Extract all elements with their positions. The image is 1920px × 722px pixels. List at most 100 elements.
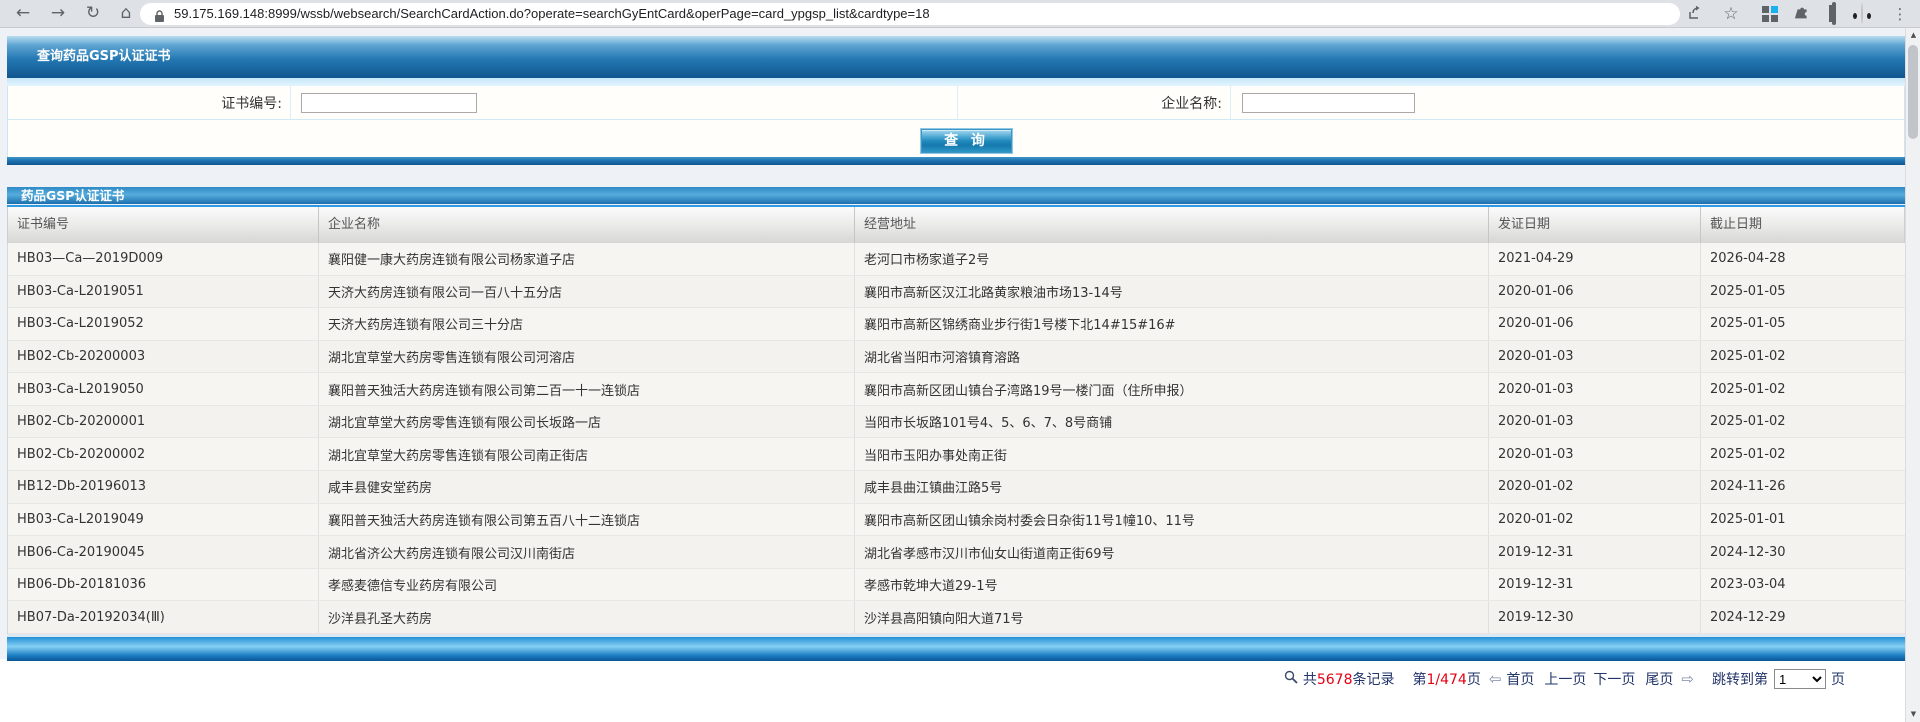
- cell-address: 襄阳市高新区锦绣商业步行街1号楼下北14#15#16#: [855, 308, 1489, 340]
- address-bar[interactable]: 59.175.169.148:8999/wssb/websearch/Searc…: [140, 3, 1680, 25]
- extensions-puzzle-icon[interactable]: [1792, 4, 1812, 24]
- search-panel-bottom-bar: [7, 157, 1905, 165]
- cell-cert-no: HB03-Ca-L2019049: [8, 504, 319, 536]
- browser-toolbar: ← → ↻ ⌂ 59.175.169.148:8999/wssb/websear…: [0, 0, 1920, 28]
- extension-grid-icon[interactable]: [1760, 4, 1780, 24]
- first-page-link[interactable]: 首页: [1506, 669, 1534, 689]
- cell-company: 天济大药房连锁有限公司一百八十五分店: [319, 276, 855, 308]
- bookmark-star-icon[interactable]: ☆: [1721, 4, 1741, 24]
- table-row: HB12-Db-20196013 咸丰县健安堂药房 咸丰县曲江镇曲江路5号 20…: [8, 471, 1906, 504]
- search-button-row: 查 询: [7, 120, 1905, 157]
- cell-cert-no: HB02-Cb-20200003: [8, 341, 319, 373]
- cell-expiry-date: 2025-01-02: [1701, 341, 1906, 373]
- magnifier-icon: [1284, 670, 1299, 689]
- cell-company: 孝感麦德信专业药房有限公司: [319, 569, 855, 601]
- reload-icon[interactable]: ↻: [80, 0, 106, 28]
- last-page-arrow-icon[interactable]: ⇨: [1681, 670, 1694, 688]
- url-text[interactable]: 59.175.169.148:8999/wssb/websearch/Searc…: [174, 3, 930, 25]
- cell-address: 沙洋县高阳镇向阳大道71号: [855, 601, 1489, 633]
- cell-expiry-date: 2025-01-05: [1701, 308, 1906, 340]
- cell-cert-no: HB03—Ca—2019D009: [8, 243, 319, 275]
- cell-expiry-date: 2025-01-01: [1701, 504, 1906, 536]
- cert-no-input[interactable]: [301, 93, 477, 113]
- table-row: HB02-Cb-20200003 湖北宜草堂大药房零售连锁有限公司河溶店 湖北省…: [8, 341, 1906, 374]
- col-header-issue-date: 发证日期: [1489, 207, 1701, 243]
- cell-company: 沙洋县孔圣大药房: [319, 601, 855, 633]
- col-header-address: 经营地址: [855, 207, 1489, 243]
- cell-address: 当阳市长坂路101号4、5、6、7、8号商铺: [855, 406, 1489, 438]
- cell-address: 孝感市乾坤大道29-1号: [855, 569, 1489, 601]
- cell-cert-no: HB07-Da-20192034(Ⅲ): [8, 601, 319, 633]
- scrollbar-thumb[interactable]: [1908, 45, 1918, 139]
- results-panel: 药品GSP认证证书 证书编号 企业名称 经营地址 发证日期 截止日期 HB03—…: [7, 187, 1905, 659]
- cell-cert-no: HB03-Ca-L2019052: [8, 308, 319, 340]
- cell-company: 襄阳普天独活大药房连锁有限公司第二百一十一连锁店: [319, 373, 855, 405]
- table-row: HB02-Cb-20200002 湖北宜草堂大药房零售连锁有限公司南正街店 当阳…: [8, 438, 1906, 471]
- table-row: HB03-Ca-L2019052 天济大药房连锁有限公司三十分店 襄阳市高新区锦…: [8, 308, 1906, 341]
- table-row: HB06-Db-20181036 孝感麦德信专业药房有限公司 孝感市乾坤大道29…: [8, 569, 1906, 602]
- cell-cert-no: HB06-Ca-20190045: [8, 536, 319, 568]
- cell-company: 湖北省济公大药房连锁有限公司汉川南街店: [319, 536, 855, 568]
- table-row: HB03-Ca-L2019050 襄阳普天独活大药房连锁有限公司第二百一十一连锁…: [8, 373, 1906, 406]
- record-count: 共5678条记录: [1303, 669, 1395, 689]
- scroll-down-icon[interactable]: ▼: [1906, 707, 1920, 722]
- record-count-number: 5678: [1317, 672, 1353, 688]
- cell-expiry-date: 2024-11-26: [1701, 471, 1906, 503]
- table-header: 证书编号 企业名称 经营地址 发证日期 截止日期: [7, 207, 1905, 243]
- cell-issue-date: 2020-01-06: [1489, 308, 1701, 340]
- search-panel-strip: [7, 78, 1905, 86]
- home-icon[interactable]: ⌂: [113, 0, 139, 28]
- scroll-up-icon[interactable]: ▲: [1906, 28, 1920, 43]
- cell-company: 咸丰县健安堂药房: [319, 471, 855, 503]
- next-page-link[interactable]: 下一页: [1593, 669, 1635, 689]
- col-header-expiry-date: 截止日期: [1701, 207, 1906, 243]
- vertical-scrollbar[interactable]: ▲ ▼: [1905, 28, 1920, 722]
- jump-to-label: 跳转到第: [1712, 669, 1768, 689]
- cell-issue-date: 2020-01-03: [1489, 438, 1701, 470]
- table-row: HB03—Ca—2019D009 襄阳健一康大药房连锁有限公司杨家道子店 老河口…: [8, 243, 1906, 276]
- cell-expiry-date: 2026-04-28: [1701, 243, 1906, 275]
- cell-issue-date: 2019-12-30: [1489, 601, 1701, 633]
- side-panel-icon[interactable]: [1824, 4, 1844, 24]
- cell-expiry-date: 2025-01-02: [1701, 438, 1906, 470]
- cell-expiry-date: 2025-01-02: [1701, 406, 1906, 438]
- profile-avatar[interactable]: [1852, 4, 1872, 24]
- prev-page-link[interactable]: 上一页: [1544, 669, 1586, 689]
- cell-expiry-date: 2024-12-29: [1701, 601, 1906, 633]
- table-row: HB03-Ca-L2019049 襄阳普天独活大药房连锁有限公司第五百八十二连锁…: [8, 504, 1906, 537]
- last-page-link[interactable]: 尾页: [1645, 669, 1673, 689]
- company-input[interactable]: [1242, 93, 1415, 113]
- cell-issue-date: 2019-12-31: [1489, 536, 1701, 568]
- cell-expiry-date: 2023-03-04: [1701, 569, 1906, 601]
- cell-address: 老河口市杨家道子2号: [855, 243, 1489, 275]
- cell-issue-date: 2019-12-31: [1489, 569, 1701, 601]
- page-indicator: 第1/474页: [1412, 669, 1480, 689]
- menu-kebab-icon[interactable]: ⋮: [1890, 4, 1910, 24]
- cell-address: 襄阳市高新区团山镇台子湾路19号一楼门面（住所申报）: [855, 373, 1489, 405]
- results-panel-bottom-bar: [7, 637, 1905, 661]
- lock-icon[interactable]: [154, 8, 165, 27]
- cell-company: 襄阳健一康大药房连锁有限公司杨家道子店: [319, 243, 855, 275]
- forward-icon[interactable]: →: [45, 0, 71, 28]
- table-row: HB02-Cb-20200001 湖北宜草堂大药房零售连锁有限公司长坂路一店 当…: [8, 406, 1906, 439]
- table-row: HB06-Ca-20190045 湖北省济公大药房连锁有限公司汉川南街店 湖北省…: [8, 536, 1906, 569]
- results-panel-title: 药品GSP认证证书: [7, 187, 1905, 204]
- cell-address: 咸丰县曲江镇曲江路5号: [855, 471, 1489, 503]
- cell-company: 天济大药房连锁有限公司三十分店: [319, 308, 855, 340]
- cell-address: 当阳市玉阳办事处南正街: [855, 438, 1489, 470]
- share-icon[interactable]: [1684, 4, 1704, 24]
- search-button[interactable]: 查 询: [921, 129, 1012, 153]
- back-icon[interactable]: ←: [10, 0, 36, 28]
- cell-address: 湖北省当阳市河溶镇育溶路: [855, 341, 1489, 373]
- cell-issue-date: 2020-01-03: [1489, 406, 1701, 438]
- pagination-bar: 共5678条记录 第1/474页 ⇦ 首页 上一页 下一页 尾页 ⇨ 跳转到第 …: [0, 668, 1905, 690]
- cell-expiry-date: 2025-01-05: [1701, 276, 1906, 308]
- first-page-arrow-icon[interactable]: ⇦: [1489, 670, 1502, 688]
- cell-cert-no: HB02-Cb-20200002: [8, 438, 319, 470]
- cell-cert-no: HB12-Db-20196013: [8, 471, 319, 503]
- jump-page-select[interactable]: 1: [1774, 669, 1826, 689]
- col-header-cert-no: 证书编号: [8, 207, 319, 243]
- cert-no-cell: [291, 86, 958, 119]
- cell-company: 湖北宜草堂大药房零售连锁有限公司南正街店: [319, 438, 855, 470]
- search-panel-title: 查询药品GSP认证证书: [7, 36, 1905, 78]
